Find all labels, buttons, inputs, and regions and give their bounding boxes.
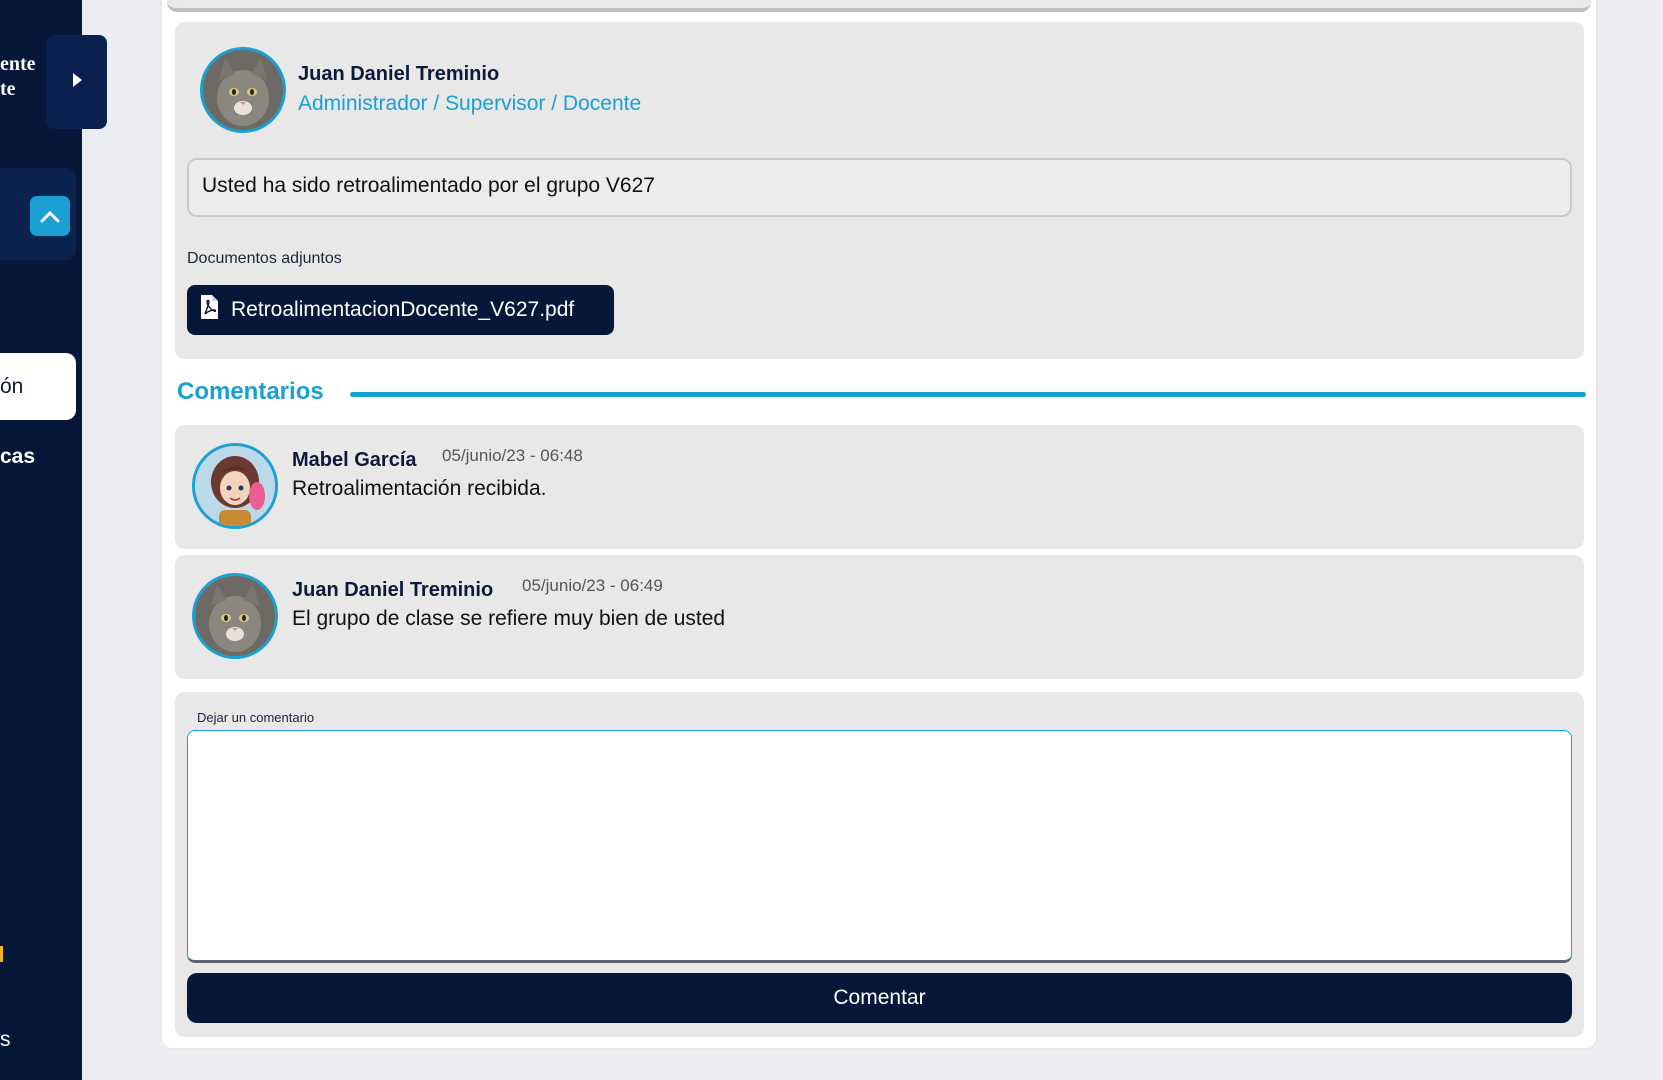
comment-text: Retroalimentación recibida. (292, 477, 547, 500)
sidebar-group (0, 168, 76, 260)
cat-avatar-icon (195, 576, 275, 656)
pdf-file-icon (199, 294, 219, 326)
submit-comment-button[interactable]: Comentar (187, 973, 1572, 1023)
sidebar-header-line2: te (0, 78, 16, 100)
attachment-download-button[interactable]: RetroalimentacionDocente_V627.pdf (187, 285, 614, 335)
sidebar-item-active[interactable]: ón (0, 353, 76, 420)
post-author-role: Administrador / Supervisor / Docente (298, 92, 642, 115)
chevron-up-icon[interactable] (30, 196, 70, 236)
sidebar-toggle-button[interactable] (46, 35, 107, 129)
sidebar-item-cas[interactable]: cas (0, 445, 35, 469)
cat-avatar-icon (203, 50, 283, 130)
comment-text: El grupo de clase se refiere muy bien de… (292, 607, 726, 630)
attachments-label: Documentos adjuntos (187, 250, 342, 267)
sidebar-item-bottom[interactable]: s (0, 1028, 11, 1052)
comment-field-label: Dejar un comentario (197, 710, 315, 725)
comment-timestamp: 05/junio/23 - 06:48 (442, 446, 583, 465)
commenter-avatar (192, 443, 278, 529)
comments-title: Comentarios (177, 378, 324, 405)
sidebar-indicator (0, 946, 3, 962)
author-avatar (200, 47, 286, 133)
person-avatar-icon (195, 446, 275, 526)
post-author-name: Juan Daniel Treminio (298, 63, 500, 85)
comment-timestamp: 05/junio/23 - 06:49 (522, 576, 663, 595)
caret-right-icon (71, 72, 83, 93)
top-strip (167, 0, 1591, 12)
comment-author-name: Juan Daniel Treminio (292, 579, 494, 601)
sidebar-item-active-label: ón (0, 374, 24, 398)
comment-author-name: Mabel García (292, 449, 417, 471)
sidebar-header-line1: ente (0, 53, 36, 75)
post-message: Usted ha sido retroalimentado por el gru… (187, 158, 1572, 217)
comments-divider (350, 392, 1586, 397)
sidebar: ente te ón cas s (0, 0, 82, 1080)
comment-input[interactable] (187, 730, 1572, 963)
attachment-filename: RetroalimentacionDocente_V627.pdf (231, 298, 575, 321)
commenter-avatar (192, 573, 278, 659)
